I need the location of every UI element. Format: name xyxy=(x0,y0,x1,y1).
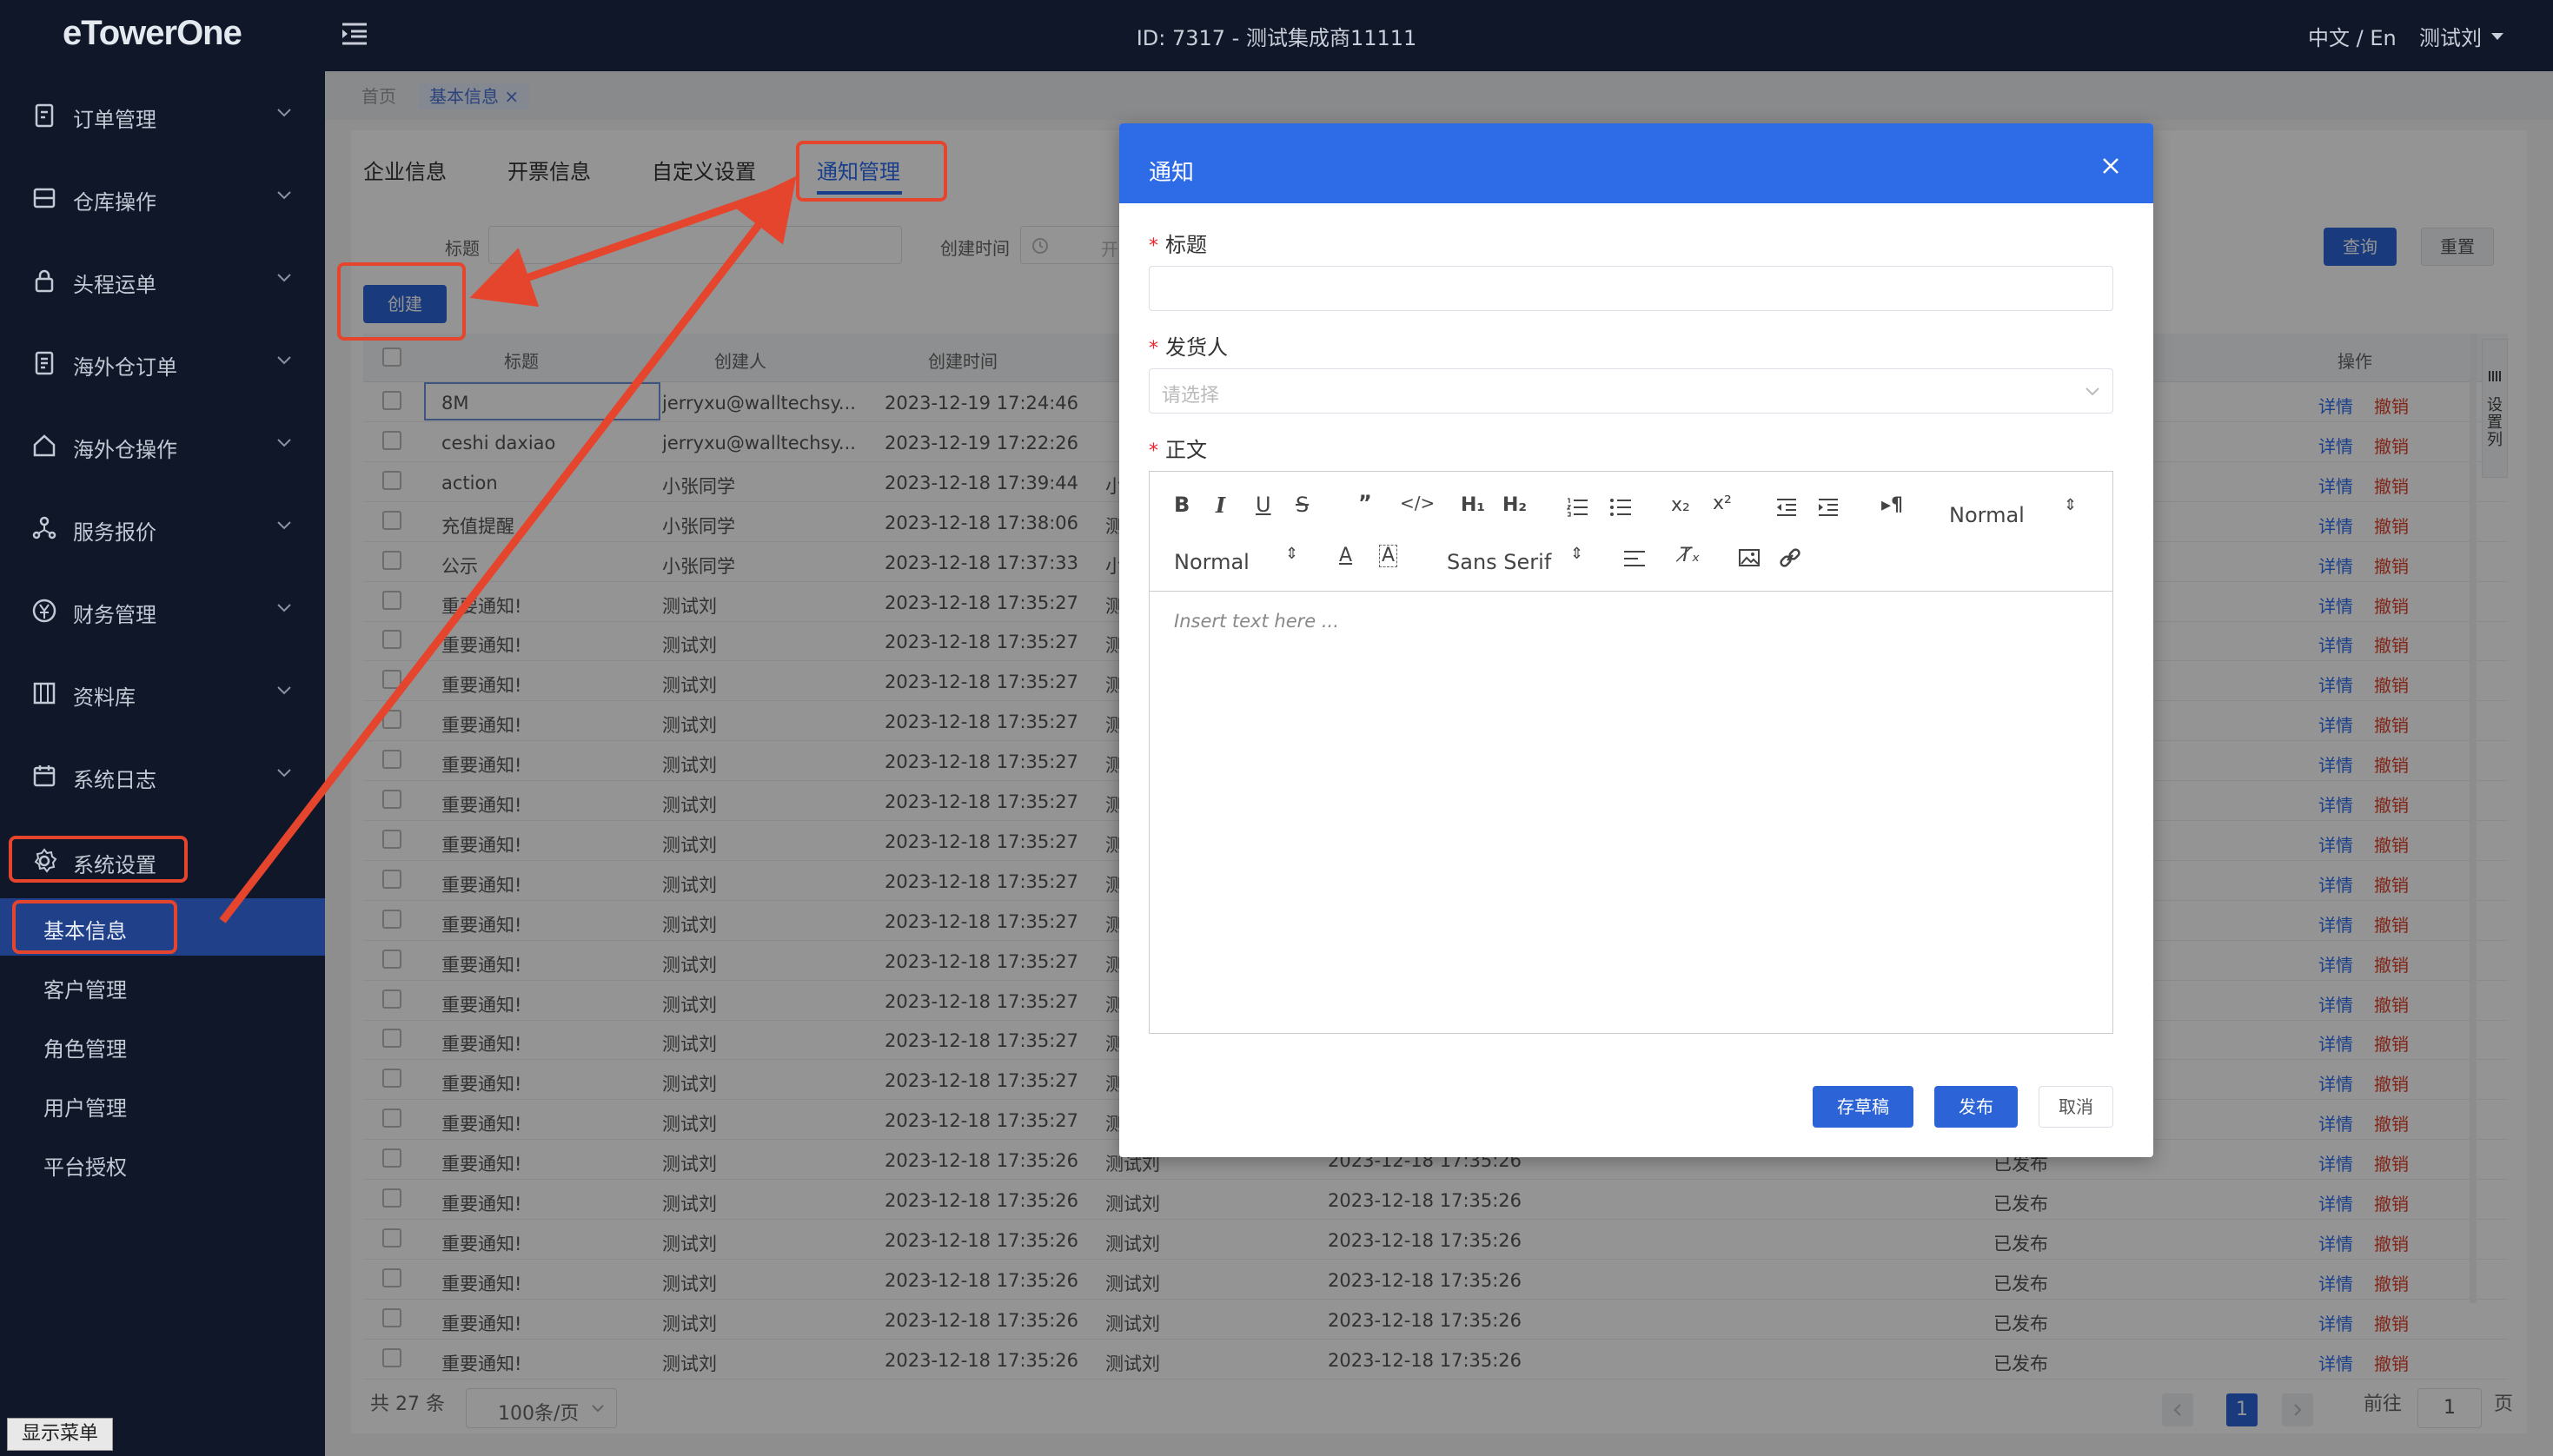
annotation-arrow-to-tab xyxy=(219,175,797,923)
annotation-arrows xyxy=(219,175,797,923)
